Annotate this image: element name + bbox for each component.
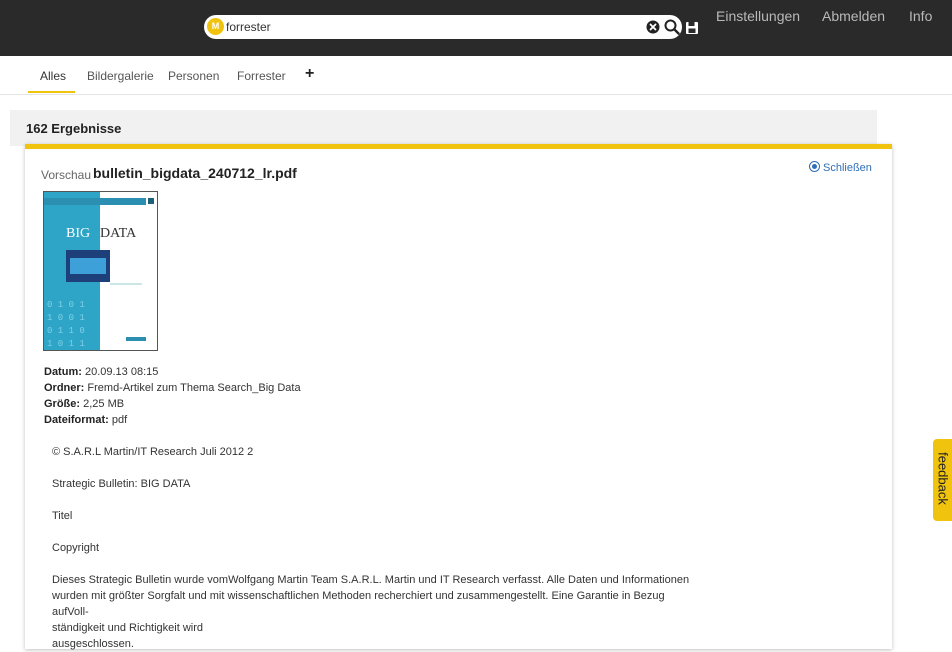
meta-size-label: Größe: xyxy=(44,398,81,410)
close-preview-label: Schließen xyxy=(823,162,872,174)
tab-bar: Alles Bildergalerie Personen Forrester + xyxy=(0,56,952,95)
tab-forrester[interactable]: Forrester xyxy=(237,69,286,83)
app-logo-icon: M xyxy=(207,18,224,35)
document-thumbnail[interactable]: 0 1 0 1 1 0 0 1 0 1 1 0 1 0 1 1 BIG DATA xyxy=(43,191,158,351)
search-box: M xyxy=(204,15,682,39)
meta-folder-value: Fremd-Artikel zum Thema Search_Big Data xyxy=(87,382,301,394)
document-metadata: Datum: 20.09.13 08:15 Ordner: Fremd-Arti… xyxy=(44,364,301,428)
text-line: wurden mit größter Sorgfalt und mit wiss… xyxy=(52,590,665,618)
meta-size: Größe: 2,25 MB xyxy=(44,396,301,412)
search-input[interactable] xyxy=(226,17,636,37)
svg-text:0 1 0 1: 0 1 0 1 xyxy=(47,300,85,310)
results-count: 162 Ergebnisse xyxy=(26,121,122,136)
preview-label: Vorschau xyxy=(41,168,92,182)
thumbnail-title-1: BIG xyxy=(66,226,91,241)
svg-text:1 0 1 1: 1 0 1 1 xyxy=(47,339,85,349)
text-line: © S.A.R.L Martin/IT Research Juli 2012 2 xyxy=(52,446,254,458)
logout-link[interactable]: Abmelden xyxy=(822,8,885,24)
feedback-tab[interactable]: feedback xyxy=(933,439,952,521)
text-line: ständigkeit und Richtigkeit wird xyxy=(52,622,204,634)
text-line: Titel xyxy=(52,510,73,522)
meta-format-label: Dateiformat: xyxy=(44,414,109,426)
thumbnail-cover-graphic: 0 1 0 1 1 0 0 1 0 1 1 0 1 0 1 1 xyxy=(44,192,157,350)
results-header: 162 Ergebnisse xyxy=(10,110,877,146)
meta-date-value: 20.09.13 08:15 xyxy=(84,366,159,378)
meta-size-value: 2,25 MB xyxy=(83,398,125,410)
meta-format-value: pdf xyxy=(111,414,128,426)
close-preview-link[interactable]: Schließen xyxy=(809,160,872,174)
thumbnail-title-2: DATA xyxy=(100,226,137,241)
text-line: Copyright xyxy=(52,542,100,554)
text-line: Strategic Bulletin: BIG DATA xyxy=(52,478,191,490)
svg-text:1 0 0 1: 1 0 0 1 xyxy=(47,313,85,323)
meta-folder-label: Ordner: xyxy=(44,382,85,394)
document-text-preview: © S.A.R.L Martin/IT Research Juli 2012 2… xyxy=(52,444,692,652)
save-icon[interactable] xyxy=(685,21,699,35)
preview-filename: bulletin_bigdata_240712_lr.pdf xyxy=(93,165,297,181)
text-line: ausgeschlossen. xyxy=(52,638,134,650)
search-icon[interactable] xyxy=(664,19,680,35)
close-circle-icon xyxy=(809,161,820,172)
info-link[interactable]: Info xyxy=(909,8,932,24)
feedback-label: feedback xyxy=(935,452,951,505)
tab-personen[interactable]: Personen xyxy=(168,69,219,83)
active-tab-indicator xyxy=(28,91,75,93)
settings-link[interactable]: Einstellungen xyxy=(716,8,800,24)
svg-text:0 1 1 0: 0 1 1 0 xyxy=(47,326,85,336)
tab-alles[interactable]: Alles xyxy=(40,69,66,83)
meta-folder: Ordner: Fremd-Artikel zum Thema Search_B… xyxy=(44,380,301,396)
meta-date-label: Datum: xyxy=(44,366,82,378)
text-line: Dieses Strategic Bulletin wurde vomWolfg… xyxy=(52,574,690,586)
meta-date: Datum: 20.09.13 08:15 xyxy=(44,364,301,380)
top-bar: M Einstellungen Abmelden Info xyxy=(0,0,952,56)
clear-circle-icon[interactable] xyxy=(646,20,660,34)
preview-panel: Vorschau bulletin_bigdata_240712_lr.pdf … xyxy=(25,144,892,652)
meta-format: Dateiformat: pdf xyxy=(44,412,301,428)
tab-bildergalerie[interactable]: Bildergalerie xyxy=(87,69,154,83)
add-tab-button[interactable]: + xyxy=(305,65,314,83)
